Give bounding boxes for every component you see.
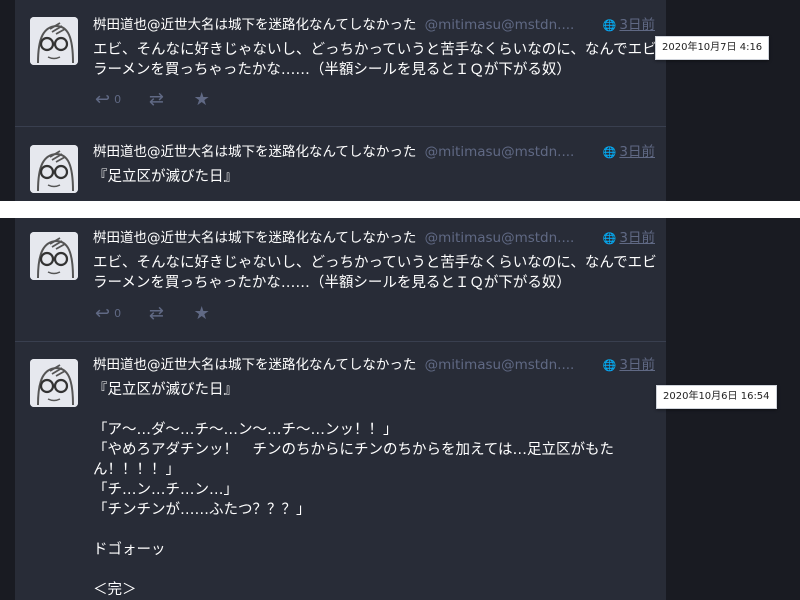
reply-count: 0 — [114, 307, 122, 320]
display-name[interactable]: 桝田道也@近世大名は城下を迷路化なんてしなかった — [93, 144, 416, 160]
status-content: 『足立区が滅びた日』 — [93, 167, 663, 187]
boost-icon[interactable]: ⇄ — [149, 304, 164, 324]
account-handle[interactable]: @mitimasu@mstdn.... — [425, 17, 575, 33]
status-header: 桝田道也@近世大名は城下を迷路化なんてしなかった @mitimasu@mstdn… — [93, 143, 655, 161]
content-line: ＜完＞ — [93, 582, 137, 598]
avatar[interactable] — [30, 359, 78, 407]
status-header: 桝田道也@近世大名は城下を迷路化なんてしなかった @mitimasu@mstdn… — [93, 229, 655, 247]
star-icon[interactable]: ★ — [194, 304, 210, 324]
content-line — [93, 560, 663, 580]
status-content: エビ、そんなに好きじゃないし、どっちかっていうと苦手なくらいなのに、なんでエビラ… — [93, 253, 663, 293]
content-paragraph: 『足立区が滅びた日』 — [93, 169, 238, 185]
status-action-bar: ↩ 0 ⇄ ★ — [95, 304, 234, 324]
timeline-column: 桝田道也@近世大名は城下を迷路化なんてしなかった @mitimasu@mstdn… — [15, 0, 666, 201]
status-action-bar: ↩ 0 ⇄ ★ — [95, 90, 234, 110]
globe-icon: 🌐 — [602, 146, 617, 159]
boost-icon[interactable]: ⇄ — [149, 90, 164, 110]
reply-count: 0 — [114, 93, 122, 106]
reply-icon[interactable]: ↩ — [95, 90, 110, 110]
content-line: 「ア～…ダ～…チ～…ン～…チ～…ンッ！！」 — [93, 422, 398, 438]
status-meta: 🌐 3日前 — [603, 143, 655, 162]
status-item[interactable]: 桝田道也@近世大名は城下を迷路化なんてしなかった @mitimasu@mstdn… — [15, 342, 666, 600]
globe-icon: 🌐 — [602, 19, 617, 32]
content-line: ドゴォーッ — [93, 542, 166, 558]
globe-icon: 🌐 — [602, 359, 617, 372]
status-meta: 🌐 3日前 — [603, 16, 655, 35]
timeline-column: 桝田道也@近世大名は城下を迷路化なんてしなかった @mitimasu@mstdn… — [15, 218, 666, 600]
timestamp-tooltip: 2020年10月7日 4:16 — [655, 36, 770, 60]
status-content: エビ、そんなに好きじゃないし、どっちかっていうと苦手なくらいなのに、なんでエビラ… — [93, 40, 663, 80]
content-line — [93, 400, 663, 420]
display-name[interactable]: 桝田道也@近世大名は城下を迷路化なんてしなかった — [93, 230, 416, 246]
content-paragraph: エビ、そんなに好きじゃないし、どっちかっていうと苦手なくらいなのに、なんでエビラ… — [93, 255, 657, 291]
status-item[interactable]: 桝田道也@近世大名は城下を迷路化なんてしなかった @mitimasu@mstdn… — [15, 218, 666, 342]
avatar-glasses-face-icon — [30, 232, 78, 280]
relative-time-link[interactable]: 3日前 — [619, 230, 655, 246]
relative-time-link[interactable]: 3日前 — [619, 17, 655, 33]
reply-icon[interactable]: ↩ — [95, 304, 110, 324]
account-handle[interactable]: @mitimasu@mstdn.... — [425, 357, 575, 373]
top-screenshot-panel: 桝田道也@近世大名は城下を迷路化なんてしなかった @mitimasu@mstdn… — [0, 0, 800, 201]
status-header: 桝田道也@近世大名は城下を迷路化なんてしなかった @mitimasu@mstdn… — [93, 356, 655, 374]
content-line: 「チ…ン…チ…ン…」 — [93, 482, 238, 498]
avatar[interactable] — [30, 17, 78, 65]
avatar[interactable] — [30, 232, 78, 280]
timestamp-tooltip: 2020年10月6日 16:54 — [656, 385, 777, 409]
star-icon[interactable]: ★ — [194, 90, 210, 110]
status-header: 桝田道也@近世大名は城下を迷路化なんてしなかった @mitimasu@mstdn… — [93, 16, 655, 34]
screenshot-divider — [0, 201, 800, 218]
relative-time-link[interactable]: 3日前 — [619, 144, 655, 160]
status-meta: 🌐 3日前 — [603, 229, 655, 248]
status-item[interactable]: 桝田道也@近世大名は城下を迷路化なんてしなかった @mitimasu@mstdn… — [15, 0, 666, 127]
status-meta: 🌐 3日前 — [603, 356, 655, 375]
status-content: 『足立区が滅びた日』 「ア～…ダ～…チ～…ン～…チ～…ンッ！！」 「やめろアダチ… — [93, 380, 663, 600]
avatar-glasses-face-icon — [30, 359, 78, 407]
avatar-glasses-face-icon — [30, 17, 78, 65]
avatar-glasses-face-icon — [30, 145, 78, 193]
status-item[interactable]: 桝田道也@近世大名は城下を迷路化なんてしなかった @mitimasu@mstdn… — [15, 127, 666, 201]
avatar[interactable] — [30, 145, 78, 193]
relative-time-link[interactable]: 3日前 — [619, 357, 655, 373]
content-line: 「チンチンが……ふたつ？？？」 — [93, 502, 311, 518]
account-handle[interactable]: @mitimasu@mstdn.... — [425, 230, 575, 246]
display-name[interactable]: 桝田道也@近世大名は城下を迷路化なんてしなかった — [93, 17, 416, 33]
content-line: 「やめろアダチンッ！ チンのちからにチンのちからを加えては…足立区がもたん！！！… — [93, 442, 614, 478]
content-line: 『足立区が滅びた日』 — [93, 382, 238, 398]
account-handle[interactable]: @mitimasu@mstdn.... — [425, 144, 575, 160]
globe-icon: 🌐 — [602, 232, 617, 245]
content-paragraph: エビ、そんなに好きじゃないし、どっちかっていうと苦手なくらいなのに、なんでエビラ… — [93, 42, 657, 78]
display-name[interactable]: 桝田道也@近世大名は城下を迷路化なんてしなかった — [93, 357, 416, 373]
content-line — [93, 520, 663, 540]
bottom-screenshot-panel: 桝田道也@近世大名は城下を迷路化なんてしなかった @mitimasu@mstdn… — [0, 218, 800, 600]
